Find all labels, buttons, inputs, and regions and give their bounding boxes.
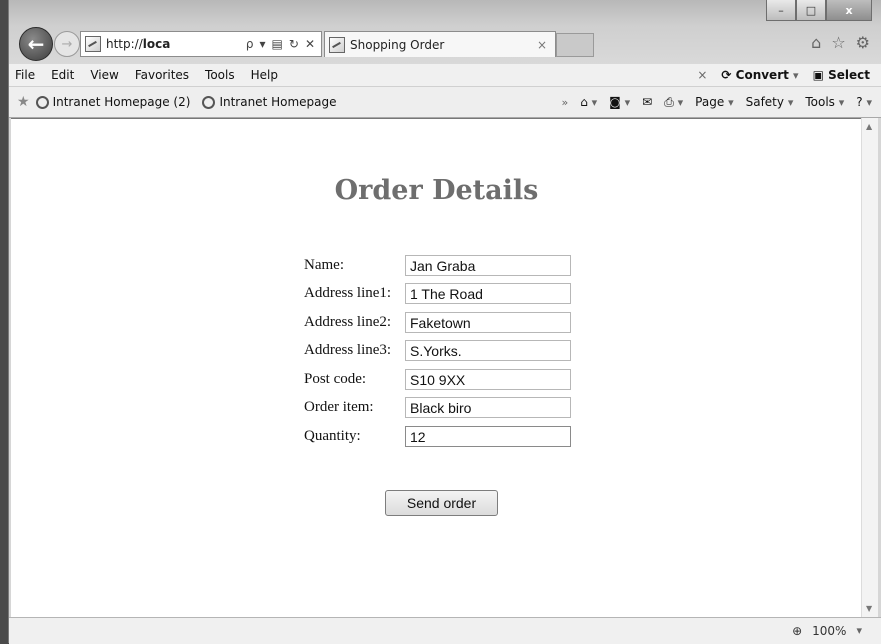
command-bar: » ⌂ ▾ ◙ ▾ ✉ ⎙ ▾ Page ▾ Safety ▾ Tools ▾ … — [561, 95, 881, 110]
field-label: Address line2: — [304, 314, 392, 330]
vertical-scrollbar[interactable]: ▲ ▼ — [861, 118, 878, 617]
address-line3-input[interactable] — [405, 340, 571, 361]
forward-button[interactable]: → — [54, 31, 80, 57]
refresh-icon[interactable]: ↻ — [289, 37, 299, 51]
minimize-button[interactable]: – — [766, 0, 796, 21]
print-icon[interactable]: ⎙ ▾ — [664, 95, 683, 110]
window-controls: – □ x — [766, 0, 872, 21]
page-icon — [329, 36, 345, 53]
post-code-input[interactable] — [405, 369, 571, 390]
name-input[interactable] — [405, 255, 571, 276]
maximize-button[interactable]: □ — [796, 0, 826, 21]
zoom-control[interactable]: ⊕ 100% ▾ — [792, 624, 862, 638]
menu-help[interactable]: Help — [243, 68, 286, 82]
menu-right-tools: × ⟳ Convert ▾ ▣ Select — [697, 68, 881, 82]
back-icon: ← — [27, 32, 45, 56]
forward-icon: → — [61, 36, 73, 52]
tab-close-icon[interactable]: × — [537, 38, 547, 52]
select-icon: ▣ — [812, 68, 824, 82]
form-row-address3: Address line3: — [304, 339, 571, 362]
favorites-bar: ★ Intranet Homepage (2) Intranet Homepag… — [9, 87, 881, 118]
page-content: Order Details Name: Address line1: Addre… — [11, 118, 862, 618]
form-row-order-item: Order item: — [304, 396, 571, 419]
quantity-input[interactable] — [405, 426, 571, 447]
menu-tools[interactable]: Tools — [197, 68, 243, 82]
safety-menu[interactable]: Safety ▾ — [746, 95, 794, 109]
tools-menu[interactable]: Tools ▾ — [805, 95, 844, 109]
convert-icon: ⟳ — [721, 68, 732, 82]
field-label: Address line3: — [304, 342, 392, 358]
menu-file[interactable]: File — [9, 68, 43, 82]
ie-icon — [35, 95, 49, 109]
field-label: Order item: — [304, 399, 374, 415]
dropdown-icon[interactable]: ▾ — [260, 37, 266, 51]
page-title: Order Details — [334, 175, 539, 206]
field-label: Post code: — [304, 371, 367, 387]
tab-shopping-order[interactable]: Shopping Order × — [324, 31, 556, 57]
address-url[interactable]: http://loca — [106, 37, 170, 51]
form-row-postcode: Post code: — [304, 368, 571, 391]
menu-favorites[interactable]: Favorites — [127, 68, 197, 82]
home-icon[interactable]: ⌂ ▾ — [580, 95, 597, 109]
status-bar: ⊕ 100% ▾ — [9, 617, 881, 644]
send-order-button[interactable]: Send order — [385, 490, 498, 516]
favorite-link-2[interactable]: Intranet Homepage — [202, 95, 337, 109]
help-menu[interactable]: ? ▾ — [856, 95, 872, 109]
favorite-link-1[interactable]: Intranet Homepage (2) — [35, 95, 190, 109]
favorites-star-icon[interactable]: ★ — [17, 94, 30, 110]
title-bar: – □ x ← → http://loca ρ ▾ ▤ ↻ ✕ Shopping… — [9, 0, 881, 64]
compat-view-icon[interactable]: ▤ — [272, 37, 283, 51]
page-menu[interactable]: Page ▾ — [695, 95, 733, 109]
menu-edit[interactable]: Edit — [43, 68, 82, 82]
form-row-address1: Address line1: — [304, 282, 571, 305]
address-line1-input[interactable] — [405, 283, 571, 304]
close-toolbar-icon[interactable]: × — [697, 68, 707, 82]
form-row-name: Name: — [304, 254, 571, 277]
new-tab-button[interactable] — [556, 33, 594, 57]
address-line2-input[interactable] — [405, 312, 571, 333]
help-icon: ? — [856, 95, 863, 109]
field-label: Quantity: — [304, 428, 361, 444]
address-bar[interactable]: http://loca ρ ▾ ▤ ↻ ✕ — [80, 31, 322, 57]
mail-icon[interactable]: ✉ — [642, 95, 652, 109]
order-item-input[interactable] — [405, 397, 571, 418]
stop-icon[interactable]: ✕ — [305, 37, 315, 51]
browser-icons: ⌂ ☆ ⚙ — [811, 33, 870, 52]
convert-button[interactable]: ⟳ Convert ▾ — [721, 68, 798, 82]
page-icon — [85, 36, 101, 52]
browser-window: – □ x ← → http://loca ρ ▾ ▤ ↻ ✕ Shopping… — [8, 0, 881, 644]
scroll-down-icon[interactable]: ▼ — [866, 604, 872, 613]
address-tools: ρ ▾ ▤ ↻ ✕ — [246, 37, 321, 51]
menu-view[interactable]: View — [82, 68, 126, 82]
more-favorites-icon[interactable]: » — [561, 96, 568, 109]
home-icon[interactable]: ⌂ — [811, 33, 821, 52]
tab-title: Shopping Order — [350, 37, 445, 52]
zoom-icon: ⊕ — [792, 624, 803, 638]
ie-icon — [202, 95, 216, 109]
zoom-level: 100% — [812, 624, 847, 638]
search-icon[interactable]: ρ — [246, 37, 254, 51]
scroll-up-icon[interactable]: ▲ — [866, 122, 872, 131]
star-icon[interactable]: ☆ — [831, 33, 845, 52]
select-button[interactable]: ▣ Select — [813, 68, 870, 82]
menu-bar: File Edit View Favorites Tools Help × ⟳ … — [9, 64, 881, 87]
form-row-address2: Address line2: — [304, 311, 571, 334]
close-button[interactable]: x — [826, 0, 872, 21]
gear-icon[interactable]: ⚙ — [856, 33, 870, 52]
field-label: Name: — [304, 257, 344, 273]
zoom-dropdown-icon[interactable]: ▾ — [856, 624, 862, 638]
back-button[interactable]: ← — [19, 27, 53, 61]
field-label: Address line1: — [304, 285, 392, 301]
form-row-quantity: Quantity: — [304, 425, 571, 448]
rss-icon[interactable]: ◙ ▾ — [609, 95, 630, 109]
